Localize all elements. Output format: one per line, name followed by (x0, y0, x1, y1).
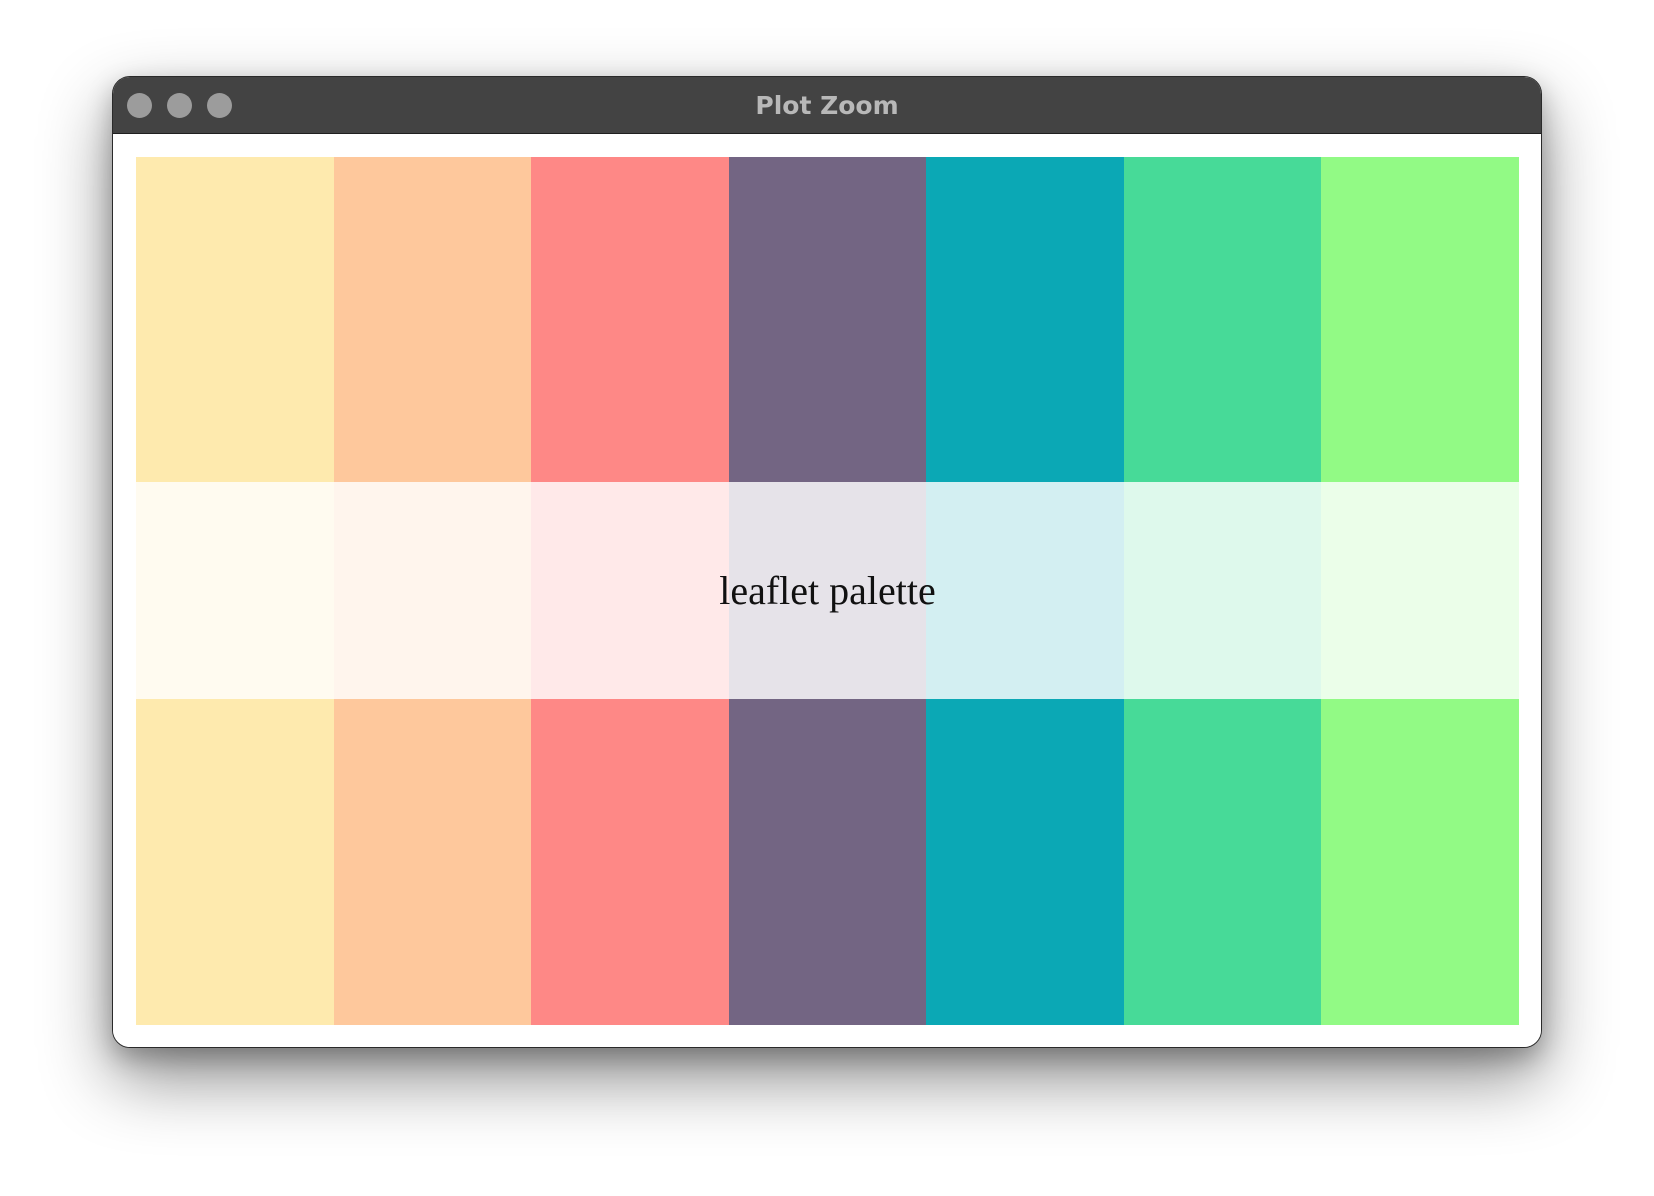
title-bar[interactable]: Plot Zoom (113, 77, 1541, 134)
window-title: Plot Zoom (755, 91, 899, 120)
plot-area: leaflet palette (113, 134, 1541, 1047)
palette-label: leaflet palette (719, 568, 936, 613)
screen: Plot Zoom leaflet palette (0, 0, 1654, 1196)
plot-zoom-window: Plot Zoom leaflet palette (112, 76, 1542, 1048)
